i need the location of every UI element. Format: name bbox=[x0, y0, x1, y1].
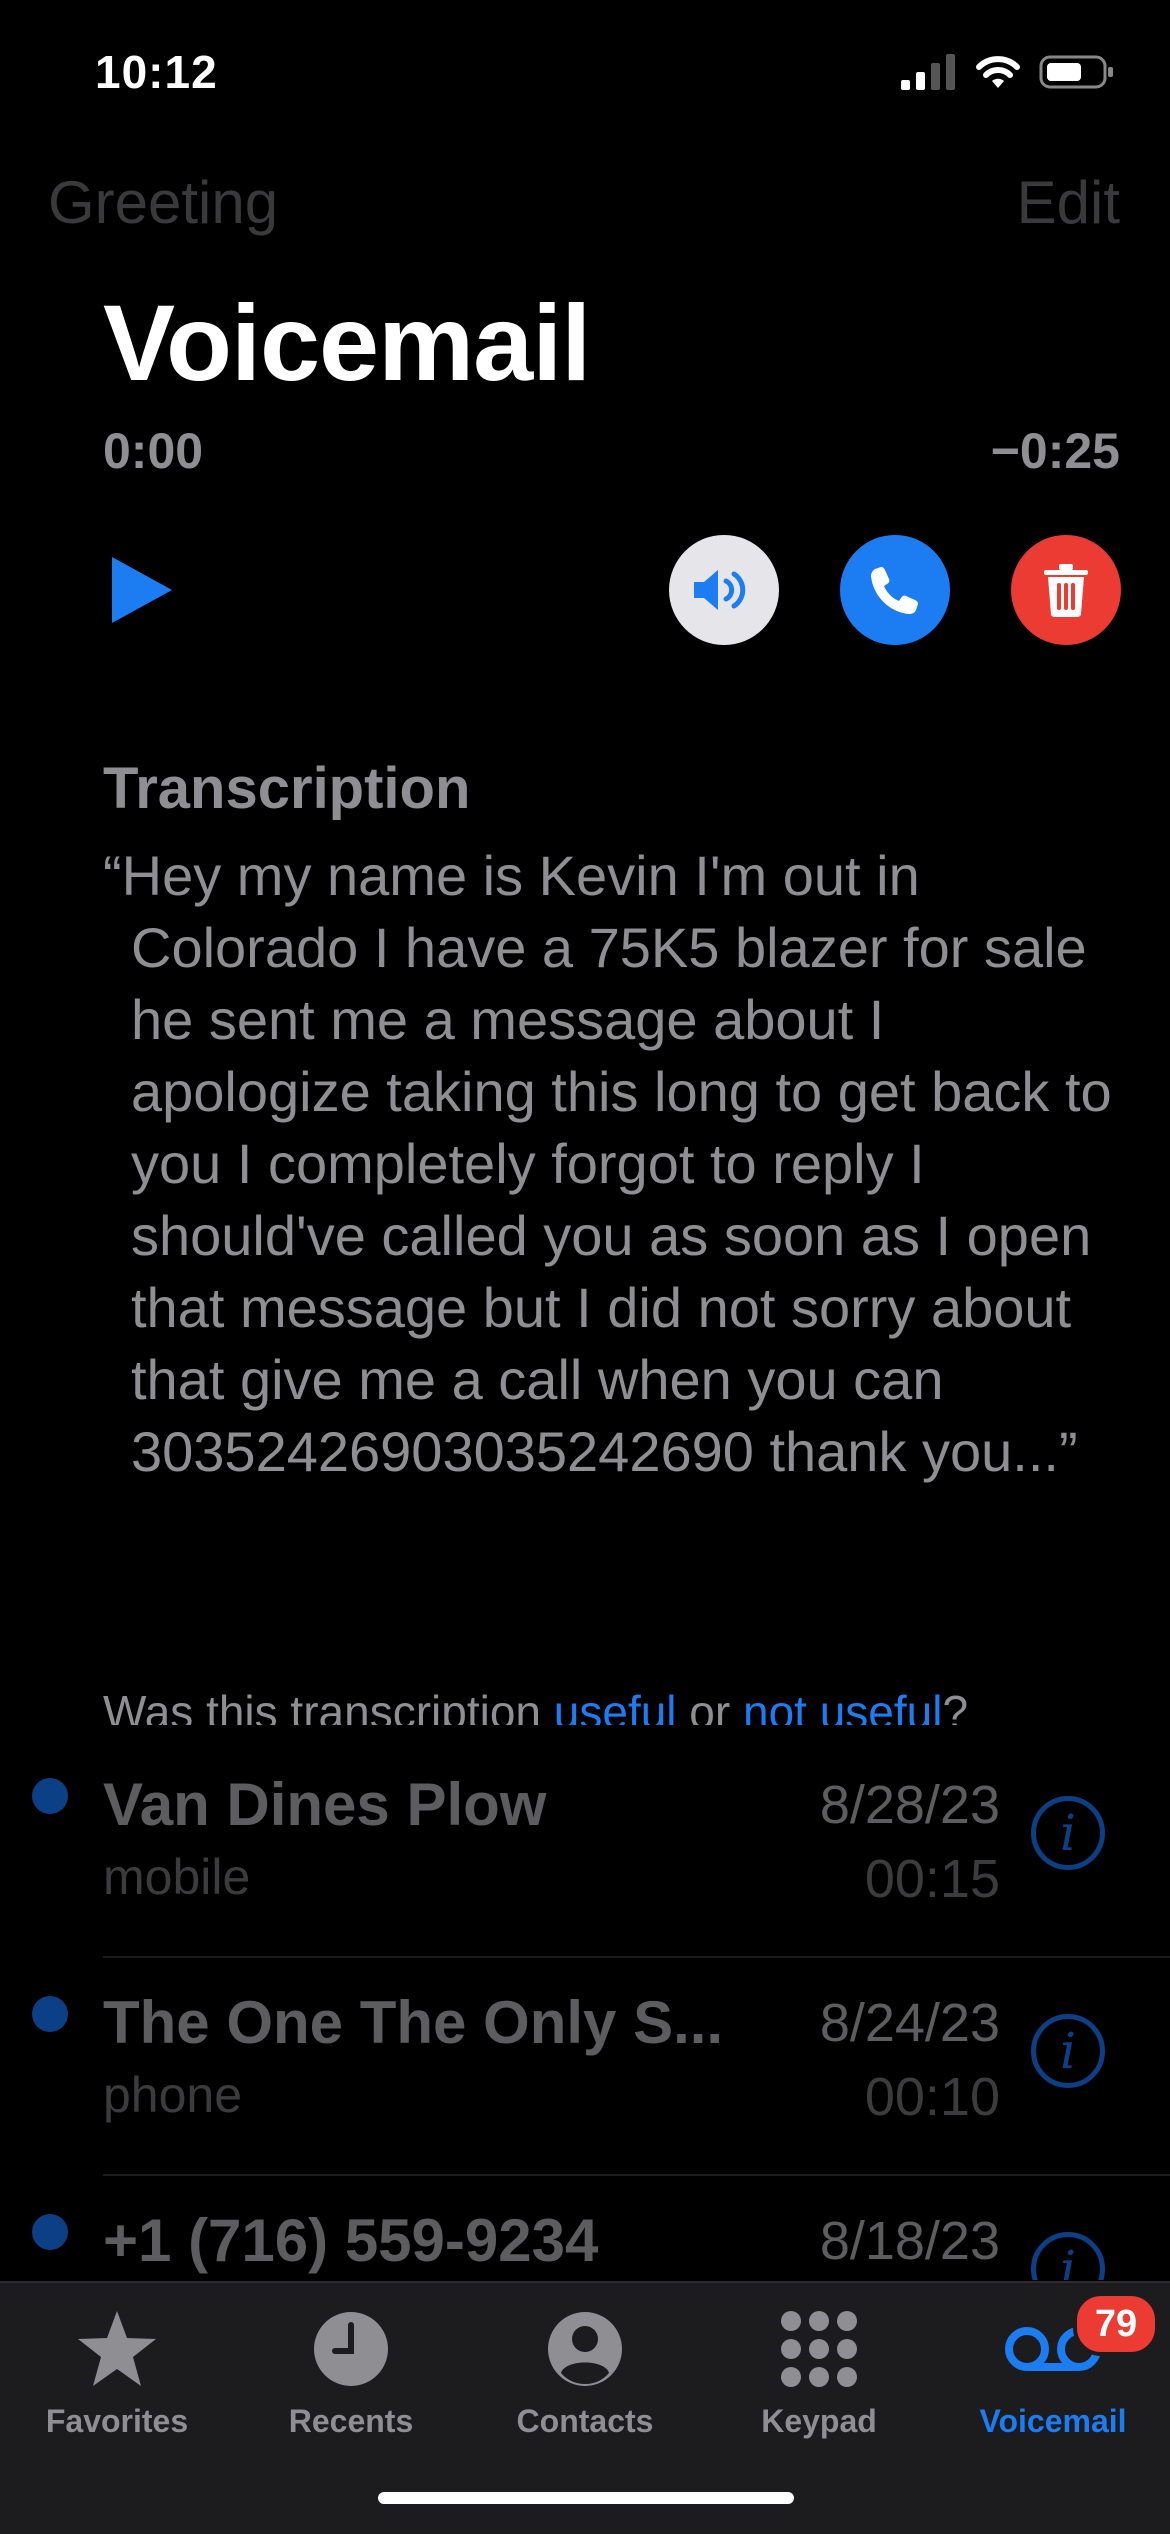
call-back-button[interactable] bbox=[840, 535, 950, 645]
tab-recents[interactable]: Recents bbox=[234, 2303, 468, 2440]
tab-label: Voicemail bbox=[979, 2403, 1127, 2439]
not-useful-link[interactable]: not useful bbox=[743, 1686, 942, 1725]
phone-icon bbox=[871, 567, 918, 614]
unread-dot bbox=[32, 1778, 68, 1814]
delete-button[interactable] bbox=[1011, 535, 1121, 645]
feedback-suffix: ? bbox=[942, 1686, 969, 1725]
voicemail-date: 8/18/23 bbox=[819, 2211, 1000, 2271]
speaker-icon bbox=[694, 570, 746, 610]
voicemail-row[interactable]: +1 (716) 559-9234 8/18/23 i bbox=[0, 2176, 1170, 2280]
play-icon[interactable] bbox=[106, 555, 176, 625]
status-icons bbox=[901, 52, 1115, 92]
unread-dot bbox=[32, 2214, 68, 2250]
star-icon bbox=[78, 2311, 156, 2386]
caller-name: +1 (716) 559-9234 bbox=[103, 2207, 599, 2274]
info-icon[interactable]: i bbox=[1031, 1796, 1105, 1870]
voicemail-date: 8/28/23 bbox=[819, 1775, 1000, 1835]
caller-name: The One The Only S... bbox=[103, 1989, 724, 2056]
caller-name: Van Dines Plow bbox=[103, 1771, 547, 1838]
voicemail-count-badge: 79 bbox=[1073, 2292, 1159, 2356]
speaker-button[interactable] bbox=[669, 535, 779, 645]
caller-label: mobile bbox=[103, 1849, 251, 1905]
unread-dot bbox=[32, 1996, 68, 2032]
remaining-time: −0:25 bbox=[990, 423, 1120, 479]
elapsed-time: 0:00 bbox=[103, 423, 204, 479]
greeting-button[interactable]: Greeting bbox=[48, 168, 278, 237]
status-time: 10:12 bbox=[95, 46, 218, 98]
caller-label: phone bbox=[103, 2067, 243, 2123]
tab-label: Favorites bbox=[45, 2403, 189, 2439]
tab-label: Recents bbox=[288, 2403, 414, 2439]
cellular-signal-icon bbox=[901, 54, 955, 90]
transcription-heading: Transcription bbox=[103, 756, 471, 821]
voicemail-row[interactable]: Van Dines Plow mobile 8/28/23 00:15 i bbox=[0, 1740, 1170, 1958]
trash-icon bbox=[1044, 564, 1088, 617]
voicemail-row[interactable]: The One The Only S... phone 8/24/23 00:1… bbox=[0, 1958, 1170, 2176]
keypad-icon bbox=[781, 2311, 857, 2387]
battery-icon bbox=[1039, 55, 1113, 89]
info-icon[interactable]: i bbox=[1031, 2014, 1105, 2088]
tab-favorites[interactable]: Favorites bbox=[0, 2303, 234, 2440]
transcription-text: “Hey my name is Kevin I'm out in Colorad… bbox=[103, 844, 1112, 1483]
clock-icon bbox=[314, 2312, 388, 2386]
info-icon[interactable]: i bbox=[1031, 2232, 1105, 2280]
voicemail-duration: 00:10 bbox=[864, 2067, 1000, 2127]
page-title: Voicemail bbox=[103, 282, 591, 403]
edit-button[interactable]: Edit bbox=[1017, 168, 1120, 237]
tab-label: Keypad bbox=[761, 2403, 877, 2439]
tab-keypad[interactable]: Keypad bbox=[702, 2303, 936, 2440]
useful-link[interactable]: useful bbox=[554, 1686, 677, 1725]
voicemail-duration: 00:15 bbox=[864, 1849, 1000, 1909]
person-circle-icon bbox=[548, 2312, 622, 2386]
voicemail-date: 8/24/23 bbox=[819, 1993, 1000, 2053]
wifi-icon bbox=[976, 56, 1020, 88]
tab-label: Contacts bbox=[516, 2403, 654, 2439]
voicemail-list: Van Dines Plow mobile 8/28/23 00:15 i Th… bbox=[0, 1740, 1170, 2280]
transcription-feedback: Was this transcription useful or not use… bbox=[103, 1685, 968, 1725]
feedback-prefix: Was this transcription bbox=[103, 1686, 554, 1725]
home-indicator[interactable] bbox=[378, 2492, 794, 2504]
tab-contacts[interactable]: Contacts bbox=[468, 2303, 702, 2440]
feedback-or: or bbox=[676, 1686, 743, 1725]
